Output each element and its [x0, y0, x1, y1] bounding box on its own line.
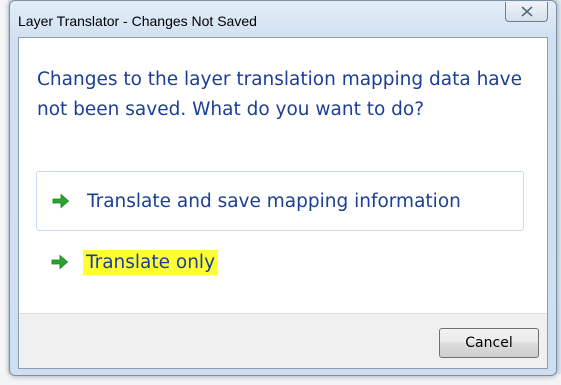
green-arrow-icon: [51, 191, 71, 211]
main-instruction: Changes to the layer translation mapping…: [37, 69, 522, 120]
close-icon: [520, 6, 533, 17]
command-link-label: Translate and save mapping information: [87, 190, 461, 212]
command-link-translate-and-save[interactable]: Translate and save mapping information: [36, 171, 524, 231]
command-link-label: Translate only: [83, 249, 219, 275]
cancel-button[interactable]: Cancel: [439, 328, 539, 358]
title-bar: Layer Translator - Changes Not Saved: [10, 1, 556, 37]
task-dialog: Layer Translator - Changes Not Saved Cha…: [9, 0, 557, 376]
dialog-footer: Cancel: [19, 313, 547, 368]
dialog-title: Layer Translator - Changes Not Saved: [18, 13, 257, 29]
close-button[interactable]: [505, 2, 548, 22]
command-link-translate-only[interactable]: Translate only: [36, 235, 524, 289]
green-arrow-icon: [50, 252, 70, 272]
dialog-content: Changes to the layer translation mapping…: [18, 37, 548, 369]
background-window-edge: [0, 0, 8, 385]
